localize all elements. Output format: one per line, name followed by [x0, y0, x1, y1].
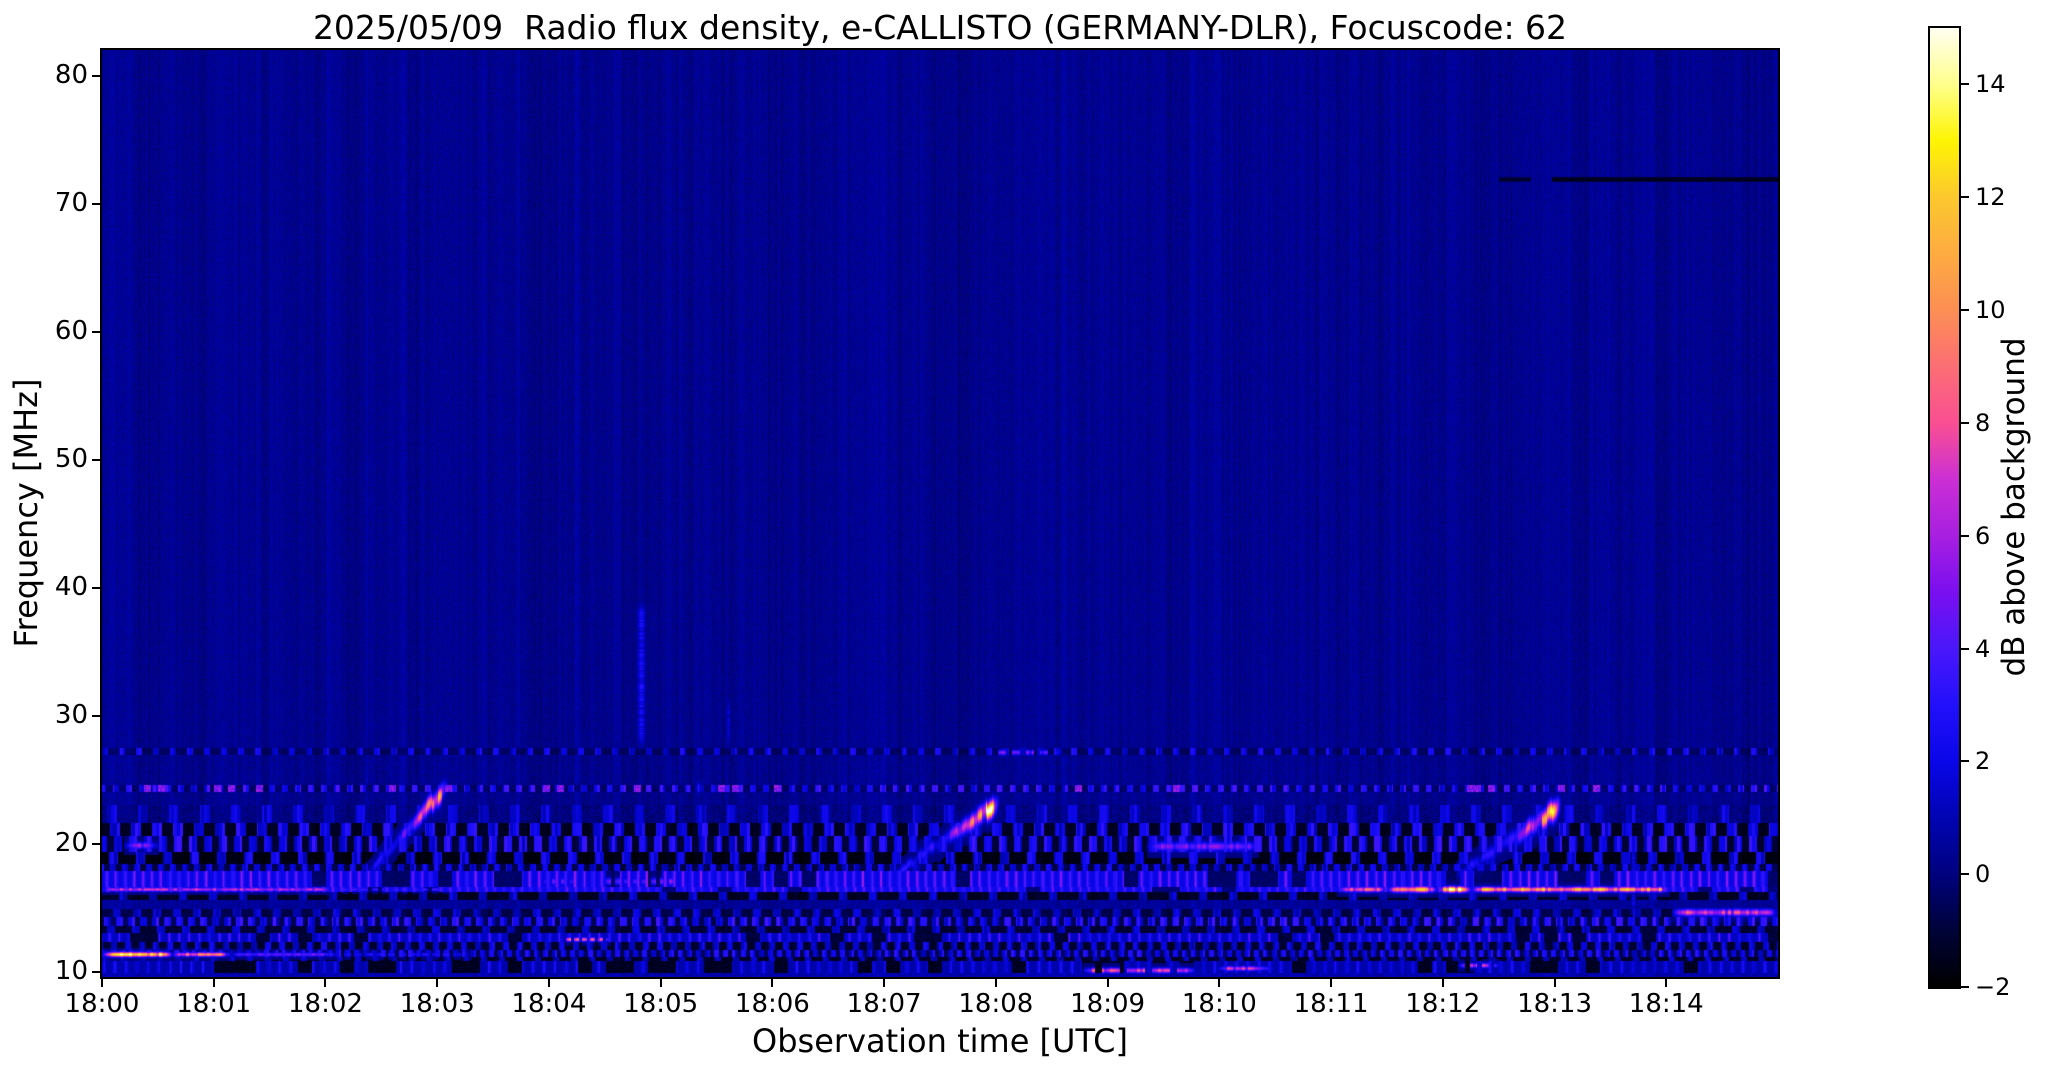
- colorbar-tick-mark: [1961, 873, 1969, 876]
- x-tick-mark: [1106, 979, 1109, 987]
- colorbar-tick-label: 10: [1975, 296, 2006, 325]
- y-tick-label: 50: [54, 443, 88, 474]
- colorbar-tick-label: 8: [1975, 408, 1991, 437]
- y-tick-label: 40: [54, 571, 88, 602]
- y-tick-mark: [92, 74, 100, 77]
- colorbar-label: dB above background: [1996, 337, 2032, 677]
- y-tick-mark: [92, 842, 100, 845]
- spectrogram-plot-area: [100, 48, 1780, 979]
- colorbar-tick-label: 2: [1975, 747, 1991, 776]
- colorbar-tick-label: 6: [1975, 521, 1991, 550]
- x-tick-mark: [1330, 979, 1333, 987]
- chart-title: 2025/05/09 Radio flux density, e-CALLIST…: [312, 8, 1568, 47]
- y-axis-label: Frequency [MHz]: [7, 378, 45, 648]
- y-tick-label: 80: [54, 59, 88, 90]
- colorbar-gradient: [1928, 26, 1961, 989]
- x-tick-mark: [101, 979, 103, 987]
- colorbar-tick-mark: [1961, 83, 1969, 86]
- colorbar-tick-label: 12: [1975, 183, 2006, 212]
- colorbar-tick-mark: [1961, 534, 1969, 537]
- y-tick-label: 60: [54, 315, 88, 346]
- x-tick-mark: [771, 979, 774, 987]
- y-tick-label: 70: [54, 187, 88, 218]
- y-tick-mark: [92, 458, 100, 461]
- x-tick-mark: [436, 979, 439, 987]
- colorbar-tick-mark: [1961, 196, 1969, 199]
- colorbar-tick-mark: [1961, 421, 1969, 424]
- x-tick-mark: [212, 979, 215, 987]
- figure: 2025/05/09 Radio flux density, e-CALLIST…: [0, 0, 2047, 1067]
- x-tick-mark: [1441, 979, 1444, 987]
- colorbar-tick-mark: [1961, 309, 1969, 312]
- y-tick-mark: [92, 330, 100, 333]
- x-tick-mark: [547, 979, 550, 987]
- x-tick-label: 18:14: [1628, 989, 1704, 1019]
- y-tick-label: 10: [54, 955, 88, 986]
- colorbar-tick-label: 14: [1975, 70, 2006, 99]
- x-tick-mark: [324, 979, 327, 987]
- colorbar-tick-label: 4: [1975, 634, 1991, 663]
- y-tick-mark: [92, 714, 100, 717]
- colorbar-tick-label: 0: [1975, 860, 1991, 889]
- x-axis-label: Observation time [UTC]: [752, 1022, 1128, 1060]
- y-tick-label: 30: [54, 699, 88, 730]
- x-tick-mark: [1665, 979, 1668, 987]
- colorbar-tick-mark: [1961, 647, 1969, 650]
- x-tick-mark: [994, 979, 997, 987]
- y-tick-label: 20: [54, 827, 88, 858]
- y-tick-mark: [92, 202, 100, 205]
- y-tick-mark: [92, 586, 100, 589]
- spectrogram-canvas: [102, 50, 1778, 977]
- x-tick-mark: [1218, 979, 1221, 987]
- colorbar-tick-label: −2: [1975, 973, 2011, 1001]
- colorbar-tick-mark: [1961, 760, 1969, 763]
- x-tick-mark: [1553, 979, 1556, 987]
- colorbar-tick-mark: [1961, 986, 1969, 988]
- y-tick-mark: [92, 970, 100, 973]
- x-tick-mark: [659, 979, 662, 987]
- x-tick-mark: [883, 979, 886, 987]
